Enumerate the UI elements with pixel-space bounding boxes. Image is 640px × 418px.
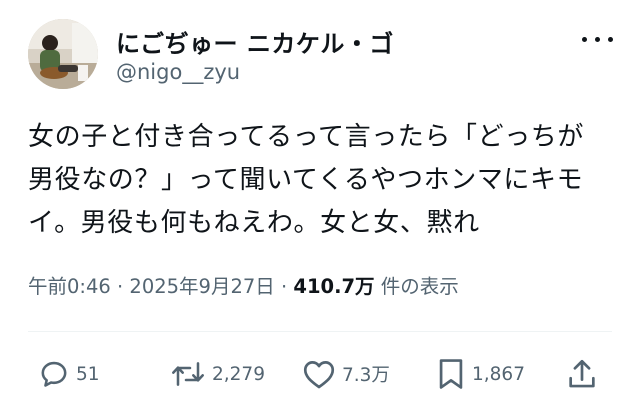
- tweet-date[interactable]: 2025年9月27日: [129, 275, 274, 298]
- repost-icon: [172, 362, 204, 386]
- divider: [28, 331, 612, 332]
- meta-separator: ·: [110, 275, 130, 298]
- like-button[interactable]: 7.3万: [302, 356, 390, 392]
- bookmark-button[interactable]: 1,867: [436, 356, 525, 392]
- views-count: 410.7万: [293, 275, 375, 298]
- bookmark-icon: [439, 359, 463, 389]
- repost-count: 2,279: [212, 363, 265, 385]
- user-handle[interactable]: @nigo__zyu: [116, 60, 240, 84]
- like-count: 7.3万: [342, 365, 390, 386]
- display-name[interactable]: にごぢゅー ニカケル・ゴ: [116, 24, 394, 59]
- meta-separator: ·: [274, 275, 294, 298]
- reply-icon: [41, 361, 67, 387]
- reply-count: 51: [76, 363, 100, 385]
- like-icon: [303, 361, 335, 389]
- avatar-image: [28, 19, 98, 89]
- tweet-card: にごぢゅー ニカケル・ゴ @nigo__zyu 女の子と付き合ってるって言ったら…: [0, 0, 640, 418]
- tweet-text: 女の子と付き合ってるって言ったら「どっちが 男役なの？」って聞いてくるやつホンマ…: [28, 116, 628, 245]
- tweet-time[interactable]: 午前0:46: [28, 275, 111, 298]
- tweet-meta: 午前0:46 · 2025年9月27日 · 410.7万 件の表示: [28, 270, 459, 299]
- tweet-text-line: 女の子と付き合ってるって言ったら「どっちが: [28, 122, 585, 152]
- repost-button[interactable]: 2,279: [170, 356, 265, 392]
- share-button[interactable]: [566, 356, 598, 392]
- views-label: 件の表示: [380, 275, 459, 298]
- bookmark-count: 1,867: [472, 363, 525, 385]
- reply-button[interactable]: 51: [38, 356, 100, 392]
- share-icon: [569, 359, 595, 388]
- avatar[interactable]: [28, 19, 98, 89]
- tweet-text-line: イ。男役も何もねえわ。女と女、黙れ: [28, 208, 480, 238]
- tweet-text-line: 男役なの？」って聞いてくるやつホンマにキモ: [28, 165, 584, 195]
- more-icon[interactable]: [580, 32, 616, 46]
